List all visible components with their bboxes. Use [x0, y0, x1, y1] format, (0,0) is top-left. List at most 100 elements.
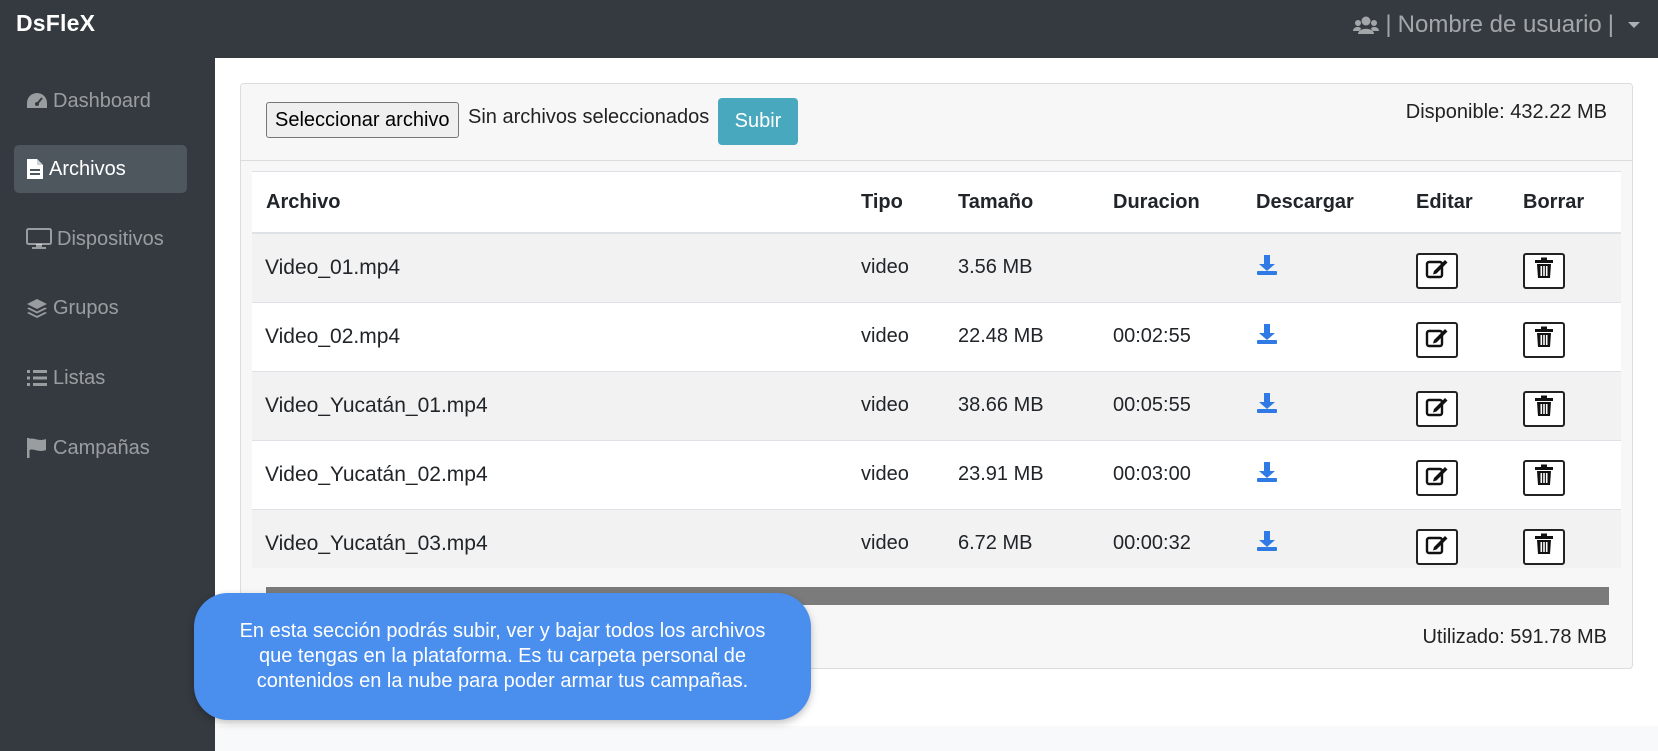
edit-cell [1402, 232, 1509, 302]
tooltip-text: En esta sección podrás subir, ver y baja… [239, 620, 766, 692]
edit-button[interactable] [1416, 528, 1458, 565]
file-size-cell: 22.48 MB [944, 301, 1099, 371]
user-menu-separator: | [1607, 11, 1614, 38]
delete-button[interactable] [1523, 390, 1565, 427]
users-icon [1353, 16, 1380, 34]
table-header-row: Archivo Tipo Tamaño Duracion Descargar E… [252, 172, 1621, 234]
file-duration-cell: 00:05:55 [1099, 370, 1242, 440]
file-type-cell: video [847, 439, 944, 509]
files-card: Seleccionar archivo Sin archivos selecci… [240, 83, 1633, 669]
edit-icon [1425, 395, 1449, 423]
edit-button[interactable] [1416, 321, 1458, 358]
delete-cell [1509, 508, 1621, 568]
trash-icon [1534, 257, 1554, 285]
layers-icon [27, 299, 47, 318]
column-header: Archivo [252, 172, 847, 234]
download-cell [1242, 370, 1402, 440]
file-duration-cell [1099, 232, 1242, 302]
sidebar-item-label: Grupos [53, 296, 119, 319]
sidebar-item-dashboard[interactable]: Dashboard [14, 77, 187, 125]
column-header: Tamaño [944, 172, 1099, 234]
file-type-cell: video [847, 508, 944, 568]
choose-file-button[interactable]: Seleccionar archivo [266, 102, 459, 138]
file-name-cell: Video_Yucatán_02.mp4 [252, 439, 847, 509]
edit-icon [1425, 257, 1449, 285]
file-name-cell: Video_01.mp4 [252, 232, 847, 302]
edit-cell [1402, 301, 1509, 371]
table-row: Video_02.mp4 video 22.48 MB 00:02:55 [252, 301, 1621, 371]
download-icon[interactable] [1256, 530, 1278, 558]
user-menu-dropdown[interactable]: | Nombre de usuario | [1353, 9, 1640, 41]
table-row: Video_Yucatán_01.mp4 video 38.66 MB 00:05:5… [252, 370, 1621, 440]
edit-button[interactable] [1416, 252, 1458, 289]
user-menu-separator: | [1385, 11, 1392, 38]
file-duration-cell: 00:00:32 [1099, 508, 1242, 568]
file-icon [27, 159, 43, 179]
delete-button[interactable] [1523, 321, 1565, 358]
file-duration-cell: 00:02:55 [1099, 301, 1242, 371]
table-row: Video_Yucatán_03.mp4 video 6.72 MB 00:00:32 [252, 508, 1621, 568]
download-cell [1242, 508, 1402, 568]
trash-icon [1534, 395, 1554, 423]
file-name-cell: Video_02.mp4 [252, 301, 847, 371]
download-icon[interactable] [1256, 323, 1278, 351]
sidebar-item-label: Listas [53, 366, 106, 389]
sidebar-item-label: Archivos [49, 157, 126, 180]
trash-icon [1534, 326, 1554, 354]
top-navbar: DsFleX | Nombre de usuario | [0, 0, 1658, 58]
list-icon [27, 370, 47, 386]
brand-logo[interactable]: DsFleX [16, 10, 95, 37]
files-table-body: Video_01.mp4 video 3.56 MB Video_02.mp4 vide… [252, 232, 1621, 568]
download-cell [1242, 232, 1402, 302]
sidebar-item-label: Campañas [53, 436, 150, 459]
delete-cell [1509, 370, 1621, 440]
used-space-text: Utilizado: 591.78 MB [1422, 626, 1607, 648]
file-status-text: Sin archivos seleccionados [468, 106, 710, 128]
files-table-container[interactable]: Archivo Tipo Tamaño Duracion Descargar E… [252, 171, 1621, 568]
file-size-cell: 6.72 MB [944, 508, 1099, 568]
delete-button[interactable] [1523, 252, 1565, 289]
column-header: Tipo [847, 172, 944, 234]
download-icon[interactable] [1256, 392, 1278, 420]
delete-button[interactable] [1523, 459, 1565, 496]
trash-icon [1534, 464, 1554, 492]
file-name-cell: Video_Yucatán_01.mp4 [252, 370, 847, 440]
sidebar: Dashboard Archivos Dispositivos Grupos L… [0, 58, 215, 751]
trash-icon [1534, 533, 1554, 561]
sidebar-item-label: Dispositivos [57, 227, 164, 250]
sidebar-item-grupos[interactable]: Grupos [14, 284, 187, 332]
file-size-cell: 3.56 MB [944, 232, 1099, 302]
sidebar-item-archivos[interactable]: Archivos [14, 145, 187, 193]
edit-button[interactable] [1416, 459, 1458, 496]
file-name-cell: Video_Yucatán_03.mp4 [252, 508, 847, 568]
sidebar-item-label: Dashboard [53, 89, 151, 112]
edit-button[interactable] [1416, 390, 1458, 427]
table-row: Video_Yucatán_02.mp4 video 23.91 MB 00:03:0… [252, 439, 1621, 509]
username-label: Nombre de usuario [1397, 11, 1602, 38]
column-header: Borrar [1509, 172, 1621, 234]
upload-button[interactable]: Subir [718, 98, 798, 145]
edit-cell [1402, 370, 1509, 440]
sidebar-item-listas[interactable]: Listas [14, 354, 187, 402]
edit-cell [1402, 508, 1509, 568]
flag-icon [27, 438, 46, 458]
file-type-cell: video [847, 301, 944, 371]
delete-button[interactable] [1523, 528, 1565, 565]
edit-cell [1402, 439, 1509, 509]
download-icon[interactable] [1256, 254, 1278, 282]
file-size-cell: 23.91 MB [944, 439, 1099, 509]
sidebar-item-campanas[interactable]: Campañas [14, 424, 187, 472]
table-row: Video_01.mp4 video 3.56 MB [252, 232, 1621, 302]
file-duration-cell: 00:03:00 [1099, 439, 1242, 509]
edit-icon [1425, 533, 1449, 561]
tachometer-icon [27, 93, 47, 108]
upload-bar: Seleccionar archivo Sin archivos selecci… [241, 84, 1632, 161]
sidebar-item-dispositivos[interactable]: Dispositivos [14, 215, 187, 263]
column-header: Descargar [1242, 172, 1402, 234]
footer-strip [215, 726, 1658, 751]
file-type-cell: video [847, 370, 944, 440]
delete-cell [1509, 301, 1621, 371]
available-space-text: Disponible: 432.22 MB [1405, 101, 1607, 123]
chevron-down-icon [1628, 22, 1640, 28]
download-icon[interactable] [1256, 461, 1278, 489]
